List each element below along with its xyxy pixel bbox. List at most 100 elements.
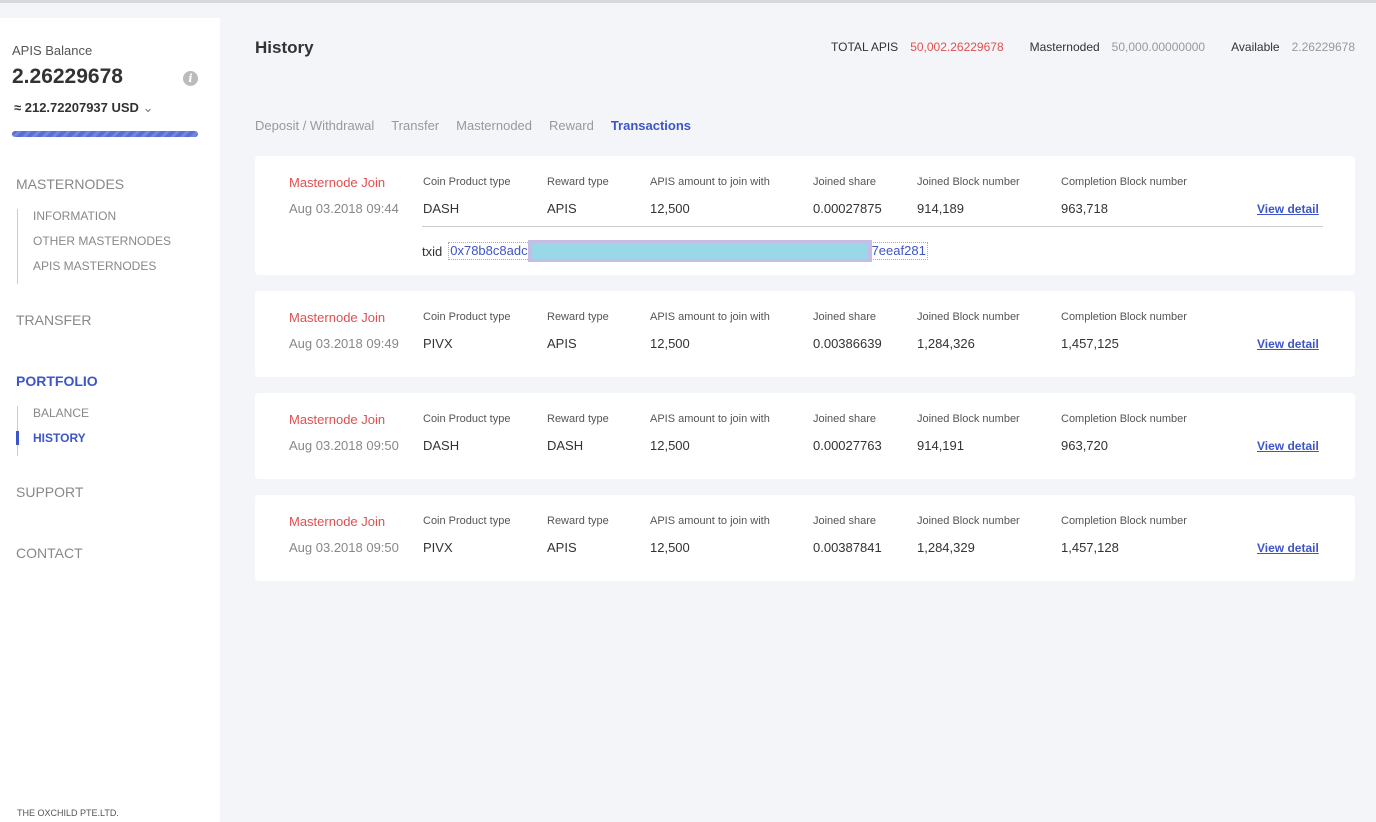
completion-block-header: Completion Block number	[1061, 176, 1187, 188]
share-header: Joined share	[813, 176, 876, 188]
coin-header: Coin Product type	[423, 176, 511, 188]
completion-block-header: Completion Block number	[1061, 413, 1187, 425]
sidebar: APIS Balance 2.26229678 i ≈ 212.72207937…	[0, 18, 220, 822]
transaction-card: Masternode Join Aug 03.2018 09:49 Coin P…	[255, 291, 1355, 377]
completion-block-value: 963,720	[1061, 438, 1108, 453]
txid-link[interactable]: 0x78b8c8adc 7eeaf281	[448, 240, 928, 262]
transaction-card: Masternode Join Aug 03.2018 09:44 Coin P…	[255, 156, 1355, 275]
total-value: 50,002.26229678	[910, 40, 1004, 54]
coin-header: Coin Product type	[423, 515, 511, 527]
tabs: Deposit / Withdrawal Transfer Masternode…	[255, 118, 691, 133]
tab-transfer[interactable]: Transfer	[391, 118, 439, 133]
transaction-card: Masternode Join Aug 03.2018 09:50 Coin P…	[255, 393, 1355, 479]
amount-header: APIS amount to join with	[650, 311, 770, 323]
nav-balance[interactable]: BALANCE	[33, 406, 89, 431]
joined-block-value: 1,284,326	[917, 336, 975, 351]
transaction-date: Aug 03.2018 09:49	[289, 336, 399, 351]
amount-value: 12,500	[650, 336, 690, 351]
joined-block-header: Joined Block number	[917, 311, 1020, 323]
reward-value: APIS	[547, 336, 577, 351]
amount-value: 12,500	[650, 438, 690, 453]
tab-deposit-withdrawal[interactable]: Deposit / Withdrawal	[255, 118, 374, 133]
completion-block-value: 1,457,128	[1061, 540, 1119, 555]
footer: THE OXCHILD PTE.LTD.	[17, 808, 119, 818]
nav-support[interactable]: SUPPORT	[16, 484, 83, 500]
total-label: TOTAL APIS	[831, 40, 899, 54]
coin-header: Coin Product type	[423, 413, 511, 425]
page-title: History	[255, 38, 314, 57]
coin-value: DASH	[423, 438, 460, 453]
nav-history[interactable]: HISTORY	[15, 431, 89, 456]
transaction-date: Aug 03.2018 09:44	[289, 201, 399, 216]
balance-value: 2.26229678	[12, 65, 123, 88]
view-detail-link[interactable]: View detail	[1257, 202, 1319, 216]
reward-value: APIS	[547, 540, 577, 555]
available-label: Available	[1231, 40, 1280, 54]
masternoded-value: 50,000.00000000	[1111, 40, 1206, 54]
transaction-type: Masternode Join	[289, 310, 386, 325]
transaction-date: Aug 03.2018 09:50	[289, 540, 399, 555]
amount-value: 12,500	[650, 201, 690, 216]
joined-block-value: 1,284,329	[917, 540, 975, 555]
transaction-date: Aug 03.2018 09:50	[289, 438, 399, 453]
reward-header: Reward type	[547, 176, 609, 188]
reward-header: Reward type	[547, 413, 609, 425]
balance-bar	[12, 131, 198, 137]
completion-block-header: Completion Block number	[1061, 311, 1187, 323]
txid-row: txid 0x78b8c8adc 7eeaf281	[422, 240, 928, 262]
joined-block-header: Joined Block number	[917, 176, 1020, 188]
transaction-type: Masternode Join	[289, 412, 386, 427]
transaction-card: Masternode Join Aug 03.2018 09:50 Coin P…	[255, 495, 1355, 581]
view-detail-link[interactable]: View detail	[1257, 337, 1319, 351]
completion-block-value: 963,718	[1061, 201, 1108, 216]
nav-apis-masternodes[interactable]: APIS MASTERNODES	[33, 259, 171, 284]
share-header: Joined share	[813, 413, 876, 425]
coin-header: Coin Product type	[423, 311, 511, 323]
nav-information[interactable]: INFORMATION	[33, 209, 171, 234]
view-detail-link[interactable]: View detail	[1257, 541, 1319, 555]
totals: TOTAL APIS 50,002.26229678 Masternoded 50,…	[831, 40, 1355, 54]
reward-header: Reward type	[547, 311, 609, 323]
nav-masternodes[interactable]: MASTERNODES	[16, 176, 124, 192]
amount-value: 12,500	[650, 540, 690, 555]
transaction-type: Masternode Join	[289, 175, 386, 190]
nav-contact[interactable]: CONTACT	[16, 545, 83, 561]
tab-masternoded[interactable]: Masternoded	[456, 118, 532, 133]
joined-block-header: Joined Block number	[917, 413, 1020, 425]
view-detail-link[interactable]: View detail	[1257, 439, 1319, 453]
completion-block-value: 1,457,125	[1061, 336, 1119, 351]
tab-transactions[interactable]: Transactions	[611, 118, 691, 133]
joined-block-value: 914,189	[917, 201, 964, 216]
coin-value: DASH	[423, 201, 460, 216]
usd-value: ≈ 212.72207937 USD	[14, 100, 139, 115]
coin-value: PIVX	[423, 540, 453, 555]
txid-end: 7eeaf281	[871, 243, 926, 258]
coin-value: PIVX	[423, 336, 453, 351]
amount-header: APIS amount to join with	[650, 176, 770, 188]
completion-block-header: Completion Block number	[1061, 515, 1187, 527]
share-value: 0.00386639	[813, 336, 882, 351]
share-value: 0.00027875	[813, 201, 882, 216]
info-icon[interactable]: i	[183, 71, 198, 86]
reward-value: DASH	[547, 438, 584, 453]
nav-other-masternodes[interactable]: OTHER MASTERNODES	[33, 234, 171, 259]
joined-block-value: 914,191	[917, 438, 964, 453]
tab-reward[interactable]: Reward	[549, 118, 594, 133]
share-header: Joined share	[813, 515, 876, 527]
share-header: Joined share	[813, 311, 876, 323]
amount-header: APIS amount to join with	[650, 413, 770, 425]
transaction-type: Masternode Join	[289, 514, 386, 529]
usd-dropdown[interactable]: ≈ 212.72207937 USD ⌄	[14, 100, 153, 116]
reward-header: Reward type	[547, 515, 609, 527]
chevron-down-icon: ⌄	[142, 100, 154, 115]
available-value: 2.26229678	[1291, 40, 1355, 54]
share-value: 0.00387841	[813, 540, 882, 555]
txid-label: txid	[422, 243, 443, 259]
nav-portfolio[interactable]: PORTFOLIO	[16, 373, 98, 389]
divider	[422, 226, 1323, 227]
redacted-block	[527, 240, 872, 262]
nav-transfer[interactable]: TRANSFER	[16, 312, 91, 328]
share-value: 0.00027763	[813, 438, 882, 453]
joined-block-header: Joined Block number	[917, 515, 1020, 527]
amount-header: APIS amount to join with	[650, 515, 770, 527]
